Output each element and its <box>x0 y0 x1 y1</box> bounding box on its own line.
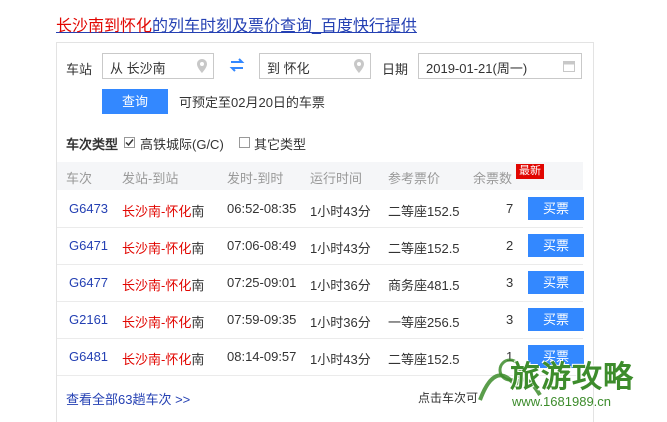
route: 长沙南-怀化南 <box>122 315 205 330</box>
train-number[interactable]: G6477 <box>69 275 108 290</box>
train-number[interactable]: G2161 <box>69 312 108 327</box>
route: 长沙南-怀化南 <box>122 204 205 219</box>
view-all-trains-link[interactable]: 查看全部63趟车次 >> <box>66 389 190 408</box>
depart-arrive-time: 07:25-09:01 <box>227 275 297 290</box>
route: 长沙南-怀化南 <box>122 352 205 367</box>
price: 商务座481.5 <box>388 278 460 293</box>
column-header: 参考票价 <box>388 171 441 186</box>
depart-arrive-time: 07:59-09:35 <box>227 312 297 327</box>
gc-checkbox[interactable] <box>124 137 135 148</box>
duration: 1小时43分 <box>310 241 371 256</box>
table-row: G2161 长沙南-怀化南 07:59-09:35 1小时36分 一等座256.… <box>57 302 584 339</box>
depart-arrive-time: 07:06-08:49 <box>227 238 297 253</box>
column-header: 发站-到站 <box>122 171 179 186</box>
buy-ticket-button[interactable]: 买票 <box>528 271 584 294</box>
footer-hint: 点击车次可 <box>418 391 479 405</box>
price: 二等座152.5 <box>388 204 460 219</box>
train-type-label: 车次类型 <box>66 137 119 152</box>
page-title[interactable]: 长沙南到怀化的列车时刻及票价查询_百度快行提供 <box>56 12 417 36</box>
table-row: G6471 长沙南-怀化南 07:06-08:49 1小时43分 二等座152.… <box>57 228 584 265</box>
price: 二等座152.5 <box>388 352 460 367</box>
duration: 1小时43分 <box>310 204 371 219</box>
price: 二等座152.5 <box>388 241 460 256</box>
swap-stations-icon[interactable] <box>227 55 247 75</box>
buy-ticket-button[interactable]: 买票 <box>528 197 584 220</box>
depart-arrive-time: 08:14-09:57 <box>227 349 297 364</box>
buy-ticket-button[interactable]: 买票 <box>528 234 584 257</box>
buy-ticket-button[interactable]: 买票 <box>528 308 584 331</box>
column-header: 余票数 <box>473 171 513 186</box>
date-label: 日期 <box>382 62 409 77</box>
to-station-input[interactable]: 到 怀化 <box>259 53 371 79</box>
duration: 1小时36分 <box>310 315 371 330</box>
price: 一等座256.5 <box>388 315 460 330</box>
location-pin-icon <box>197 59 207 76</box>
new-badge: 最新 <box>516 164 544 179</box>
train-number[interactable]: G6473 <box>69 201 108 216</box>
other-type-option-label[interactable]: 其它类型 <box>254 134 306 153</box>
train-number[interactable]: G6481 <box>69 349 108 364</box>
calendar-icon <box>563 60 575 75</box>
watermark-title: 旅游攻略 <box>510 361 634 394</box>
remaining-tickets: 7 <box>506 201 514 216</box>
from-station-input[interactable]: 从 长沙南 <box>102 53 214 79</box>
route: 长沙南-怀化南 <box>122 278 205 293</box>
depart-arrive-time: 06:52-08:35 <box>227 201 297 216</box>
remaining-tickets: 3 <box>506 275 514 290</box>
route: 长沙南-怀化南 <box>122 241 205 256</box>
column-header: 车次 <box>66 171 93 186</box>
table-row: G6473 长沙南-怀化南 06:52-08:35 1小时43分 二等座152.… <box>57 191 584 228</box>
table-row: G6477 长沙南-怀化南 07:25-09:01 1小时36分 商务座481.… <box>57 265 584 302</box>
other-type-checkbox[interactable] <box>239 137 250 148</box>
train-number[interactable]: G6471 <box>69 238 108 253</box>
watermark-url: www.1681989.cn <box>512 394 612 409</box>
column-header: 发时-到时 <box>227 171 284 186</box>
duration: 1小时36分 <box>310 278 371 293</box>
presale-hint: 可预定至02月20日的车票 <box>179 95 325 110</box>
station-label: 车站 <box>66 62 93 77</box>
duration: 1小时43分 <box>310 352 371 367</box>
query-button[interactable]: 查询 <box>102 89 168 114</box>
location-pin-icon <box>354 59 364 76</box>
date-input[interactable]: 2019-01-21(周一) <box>418 53 582 79</box>
remaining-tickets: 2 <box>506 238 514 253</box>
gc-option-label[interactable]: 高铁城际(G/C) <box>140 134 224 153</box>
remaining-tickets: 3 <box>506 312 514 327</box>
column-header: 运行时间 <box>310 171 363 186</box>
